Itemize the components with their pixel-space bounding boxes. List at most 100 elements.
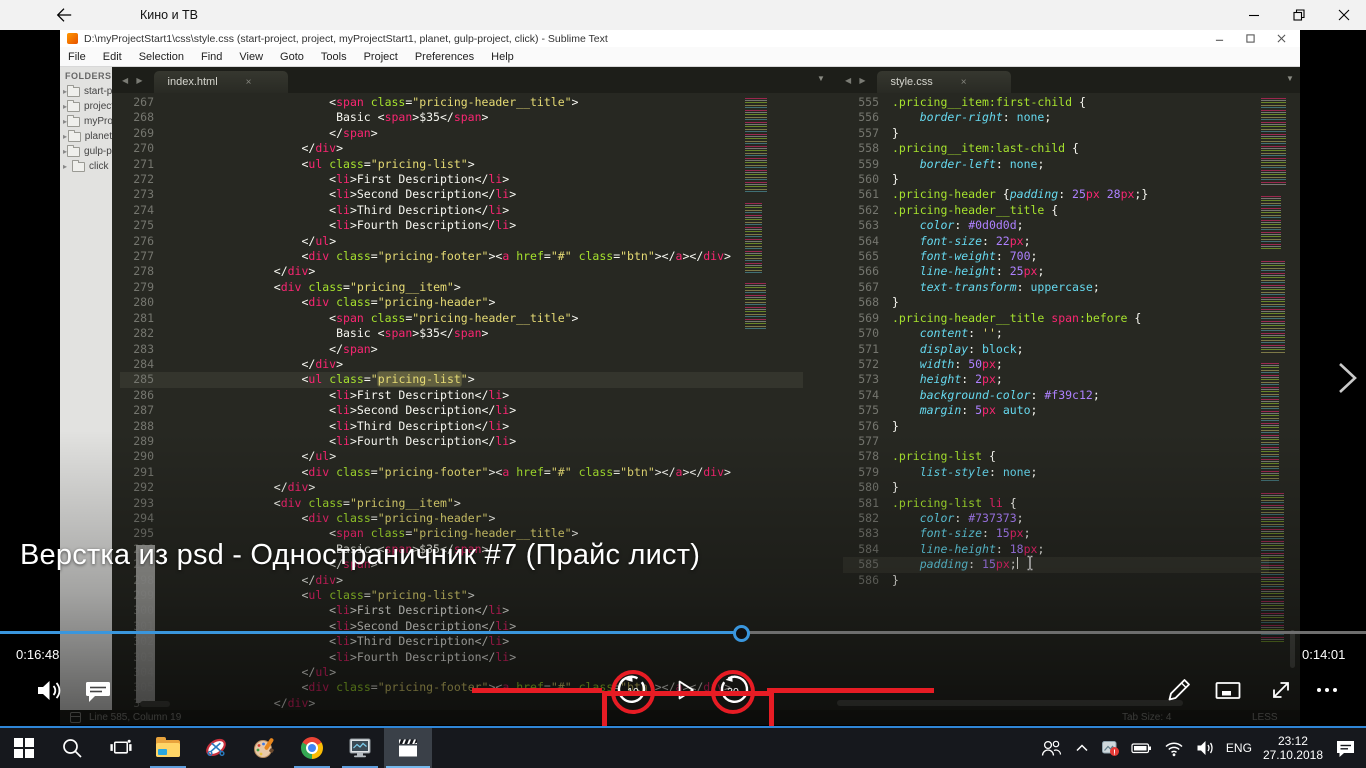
line-number: 564 [843,234,879,249]
code-line-583: 583 font-size: 15px; [843,526,1269,541]
line-number: 563 [843,218,879,233]
code-line-279: 279 <div class="pricing__item"> [120,280,803,295]
skip-forward-30-button[interactable]: 30 [715,672,751,708]
remaining-time: 0:14:01 [1302,647,1345,662]
line-number: 585 [843,557,879,572]
sidebar-folder-gulp-project: ▸gulp-project [60,144,112,159]
app-restore-button[interactable] [1276,0,1321,30]
more-options-button[interactable] [1311,674,1343,706]
line-number: 561 [843,187,879,202]
line-number: 586 [843,573,879,588]
line-number: 279 [120,280,154,295]
line-number: 570 [843,326,879,341]
line-number: 271 [120,157,154,172]
subtitles-icon [83,675,113,705]
back-arrow-icon [55,6,73,24]
close-icon [1277,34,1286,43]
play-button[interactable] [668,674,700,706]
next-video-button[interactable] [1336,358,1360,403]
code-line-284: 284 </div> [120,357,803,372]
task-view-button[interactable] [96,728,144,768]
line-number: 274 [120,203,154,218]
menu-help: Help [491,51,514,63]
battery-icon[interactable] [1131,739,1153,757]
video-surface[interactable]: D:\myProjectStart1\css\style.css (start-… [0,30,1366,726]
skip-back-10-icon: 10 [615,672,651,708]
code-line-560: 560} [843,172,1269,187]
line-number: 292 [120,480,154,495]
fullscreen-button[interactable] [1265,674,1297,706]
left-tabbar: ◀ ▶ index.html × [112,67,835,93]
taskbar-chrome[interactable] [288,728,336,768]
line-number: 569 [843,311,879,326]
file-explorer-icon [156,740,180,757]
code-line-293: 293 <div class="pricing__item"> [120,496,803,511]
horizontal-scrollbar [837,700,1183,706]
line-number: 579 [843,465,879,480]
code-line-563: 563 color: #0d0d0d; [843,218,1269,233]
folder-icon [67,117,80,127]
code-line-561: 561.pricing-header {padding: 25px 28px;} [843,187,1269,202]
code-line-581: 581.pricing-list li { [843,496,1269,511]
folder-name: click [89,161,108,172]
taskbar-movies-tv[interactable] [384,728,432,768]
code-line-564: 564 font-size: 22px; [843,234,1269,249]
line-number: 294 [120,511,154,526]
app-title: Кино и ТВ [140,8,198,22]
status-line-col: Line 585, Column 19 [89,712,181,723]
code-line-569: 569.pricing-header__title span:before { [843,311,1269,326]
vertical-scrollbar [1290,630,1295,668]
wifi-icon[interactable] [1164,740,1184,757]
clock[interactable]: 23:12 27.10.2018 [1263,734,1323,762]
code-line-285: 285 <ul class="pricing-list"> [120,372,803,387]
tray-app-badge-icon[interactable]: ! [1101,739,1120,757]
app-minimize-button[interactable] [1231,0,1276,30]
speaker-icon[interactable] [1195,739,1215,757]
search-button[interactable] [48,728,96,768]
mini-player-button[interactable] [1212,674,1244,706]
search-icon [60,736,84,760]
seekbar-thumb[interactable] [733,625,750,642]
menu-view: View [239,51,263,63]
folder-icon [67,87,80,97]
line-number: 583 [843,526,879,541]
subtitles-button[interactable] [82,674,114,706]
volume-button[interactable] [32,674,64,706]
start-button[interactable] [0,728,48,768]
taskbar-paint[interactable] [240,728,288,768]
taskbar-media-app[interactable] [336,728,384,768]
sublime-window: D:\myProjectStart1\css\style.css (start-… [60,30,1300,725]
menu-preferences: Preferences [415,51,474,63]
sublime-menubar: FileEditSelectionFindViewGotoToolsProjec… [60,47,1300,67]
language-indicator[interactable]: ENG [1226,741,1252,755]
taskbar-snipping-tool[interactable] [192,728,240,768]
line-number: 276 [120,234,154,249]
html-code-editor: 267 <span class="pricing-header__title">… [112,93,803,712]
line-number: 580 [843,480,879,495]
monitor-app-icon [348,736,372,760]
minimize-icon [1248,9,1260,21]
tray-expand-chevron-icon[interactable] [1074,741,1090,755]
tab-close-icon: × [961,77,967,88]
skip-back-label: 10 [627,686,639,698]
menu-find: Find [201,51,222,63]
line-number: 288 [120,419,154,434]
folder-name: project [84,101,112,112]
line-number: 574 [843,388,879,403]
skip-back-10-button[interactable]: 10 [615,672,651,708]
action-center-icon[interactable] [1334,737,1358,759]
tab-index-html: index.html × [154,71,288,93]
line-number: 293 [120,496,154,511]
app-close-button[interactable] [1321,0,1366,30]
code-line-555: 555.pricing__item:first-child { [843,95,1269,110]
line-number: 290 [120,449,154,464]
chrome-icon [301,737,323,759]
seekbar-track[interactable] [742,631,1366,634]
code-line-566: 566 line-height: 25px; [843,264,1269,279]
taskbar-file-explorer[interactable] [144,728,192,768]
windows-logo-icon [14,738,34,758]
people-icon[interactable] [1039,737,1063,759]
seekbar-progress[interactable] [0,631,742,634]
back-button[interactable] [44,3,84,27]
annotate-button[interactable] [1163,674,1195,706]
